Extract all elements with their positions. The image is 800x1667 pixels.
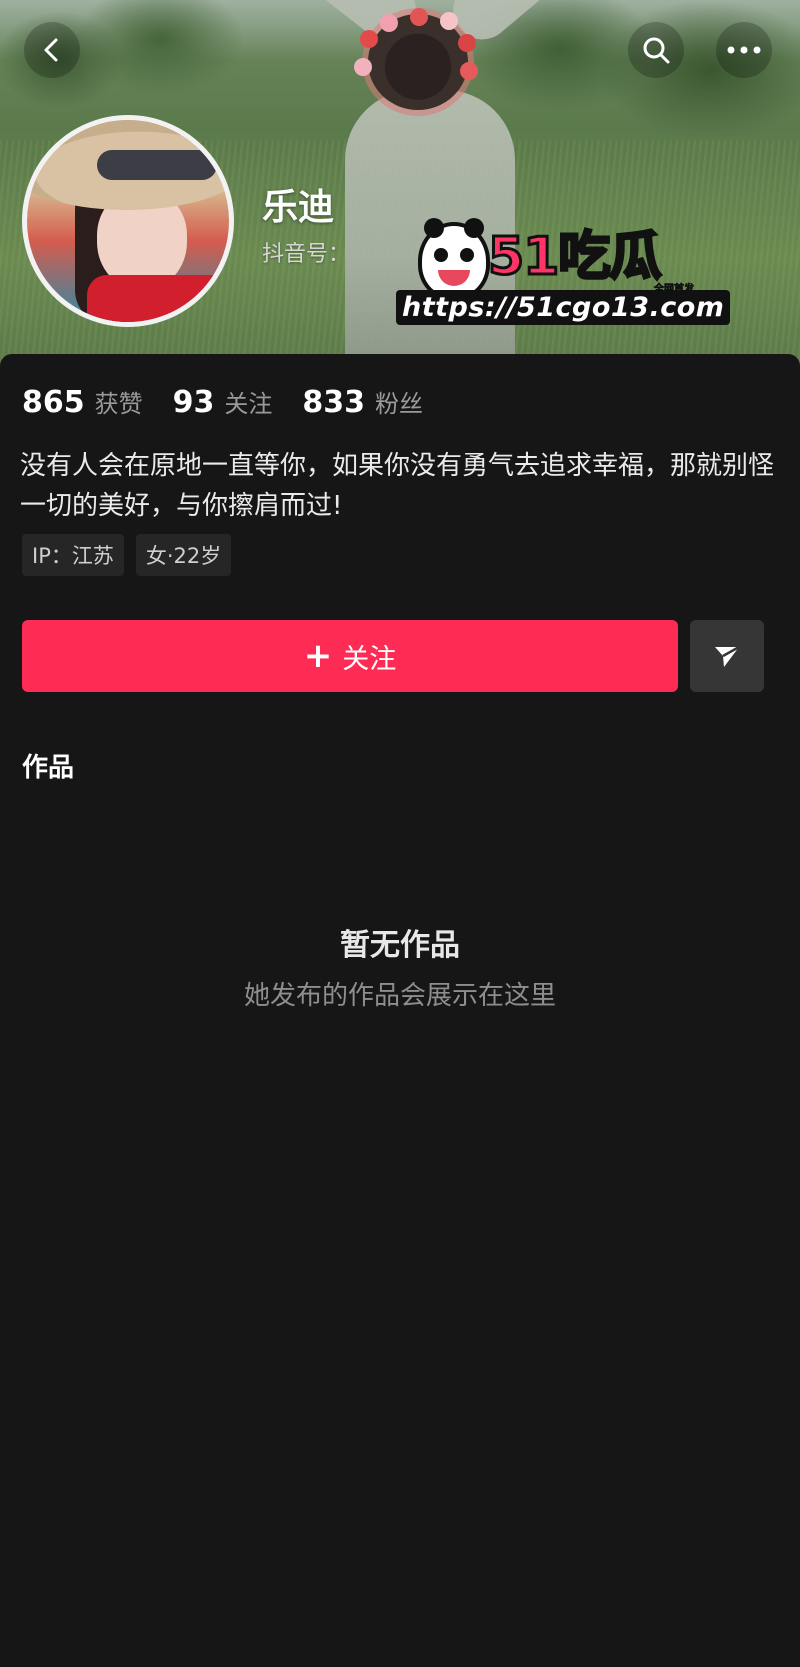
follow-button[interactable]: + 关注 xyxy=(22,620,678,692)
flower-crown xyxy=(380,14,398,32)
account-id-label[interactable]: 抖音号： xyxy=(262,236,350,268)
tag-gender-age: 女·22岁 xyxy=(135,534,232,576)
stat-following[interactable]: 93 关注 xyxy=(173,384,273,420)
stat-value: 93 xyxy=(172,385,215,420)
flower-crown xyxy=(354,58,372,76)
profile-cover: 乐迪 抖音号： 51吃瓜 全网首发 https://51cgo13.com xyxy=(0,0,800,370)
empty-state-title: 暂无作品 xyxy=(340,928,460,963)
tag-ip-location: IP：江苏 xyxy=(22,534,124,576)
tab-works[interactable]: 作品 xyxy=(22,747,74,784)
more-button[interactable] xyxy=(716,22,772,78)
plus-icon: + xyxy=(303,636,333,676)
profile-tags: IP：江苏 女·22岁 xyxy=(22,534,243,576)
flower-crown xyxy=(440,12,458,30)
stat-label: 获赞 xyxy=(94,390,143,418)
flower-crown xyxy=(410,8,428,26)
stat-label: 粉丝 xyxy=(375,390,423,418)
back-button[interactable] xyxy=(24,22,80,78)
search-button[interactable] xyxy=(628,22,684,78)
share-button[interactable] xyxy=(690,620,764,692)
flower-crown xyxy=(360,30,378,48)
flower-crown xyxy=(458,34,476,52)
watermark-url: https://51cgo13.com xyxy=(396,290,731,325)
search-icon xyxy=(643,37,670,64)
empty-state-subtitle: 她发布的作品会展示在这里 xyxy=(243,981,556,1011)
avatar[interactable] xyxy=(22,115,234,327)
flower-crown xyxy=(460,62,478,80)
avatar-dress xyxy=(87,275,229,322)
send-icon xyxy=(715,645,740,667)
follow-button-label: 关注 xyxy=(342,643,397,675)
watermark-logo-text: 51吃瓜 xyxy=(486,227,662,288)
display-name: 乐迪 xyxy=(262,187,335,228)
profile-bio: 没有人会在原地一直等你，如果你没有勇气去追求幸福，那就别怪一切的美好，与你擦肩而… xyxy=(20,451,775,521)
more-dots-icon xyxy=(727,46,761,54)
watermark: 51吃瓜 全网首发 https://51cgo13.com xyxy=(392,218,731,334)
stat-value: 833 xyxy=(302,385,365,420)
avatar-hat-band xyxy=(97,150,217,180)
panda-mascot-icon xyxy=(418,218,490,300)
stat-followers[interactable]: 833 粉丝 xyxy=(302,384,423,420)
stat-likes[interactable]: 865 获赞 xyxy=(22,384,143,420)
profile-panel: 865 获赞 93 关注 833 粉丝 没有人会在原地一直等你，如果你没有勇气去… xyxy=(0,354,800,1667)
profile-stats: 865 获赞 93 关注 833 粉丝 xyxy=(22,384,453,420)
stat-label: 关注 xyxy=(224,390,273,418)
chevron-left-icon xyxy=(44,38,58,62)
stat-value: 865 xyxy=(22,385,85,420)
